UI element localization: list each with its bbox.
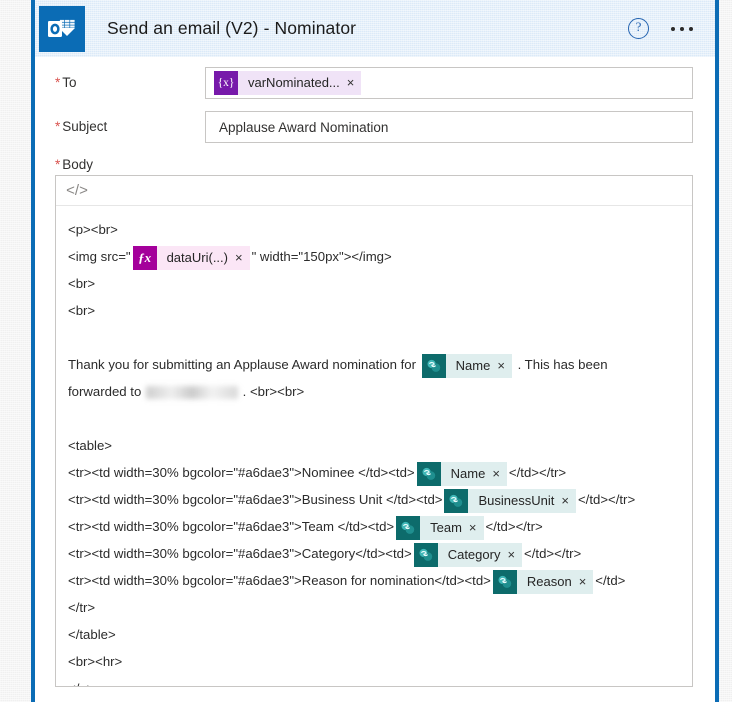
code-text: </td></tr> (577, 492, 636, 507)
token-remove-icon[interactable]: × (496, 354, 512, 378)
token-sharepoint-team[interactable]: Team × (396, 515, 484, 540)
token-label: BusinessUnit (478, 492, 555, 508)
token-sharepoint-name[interactable]: Name × (421, 353, 512, 378)
subject-input[interactable]: Applause Award Nomination (205, 111, 693, 143)
field-subject: * Subject Applause Award Nomination (55, 111, 693, 145)
token-sharepoint-businessunit[interactable]: BusinessUnit × (444, 488, 576, 513)
code-text: </td></tr> (508, 465, 567, 480)
code-text: Thank you for submitting an Applause Awa… (68, 357, 416, 372)
field-to-label: * To (55, 67, 205, 90)
code-line-spacer (68, 324, 680, 351)
code-line-row-reason: <tr><td width=30% bgcolor="#a6dae3">Reas… (68, 567, 680, 594)
field-body-label: * Body (55, 157, 693, 172)
sharepoint-icon (416, 461, 441, 486)
sharepoint-icon (492, 569, 517, 594)
redacted-recipient-name (145, 386, 238, 400)
code-line: </tr> (68, 600, 96, 615)
code-line-row-nominee: <tr><td width=30% bgcolor="#a6dae3">Nomi… (68, 459, 680, 486)
field-subject-label: * Subject (55, 111, 205, 134)
field-subject-label-text: Subject (62, 119, 108, 134)
token-label: varNominated... (248, 75, 340, 90)
code-line-spacer (68, 405, 680, 432)
field-to-label-text: To (62, 75, 77, 90)
token-remove-icon[interactable]: × (491, 462, 507, 486)
code-line: <p><br> (68, 222, 118, 237)
code-line: <br> (68, 303, 96, 318)
sharepoint-icon (413, 542, 438, 567)
variable-icon: {x} (214, 71, 238, 95)
code-line-row-team: <tr><td width=30% bgcolor="#a6dae3">Team… (68, 513, 680, 540)
code-line-forwarded: forwarded to . <br><br> (68, 378, 680, 405)
required-marker: * (55, 157, 61, 172)
code-text: <img src=" (68, 249, 131, 264)
code-line: </p> (68, 675, 680, 686)
token-label: Category (447, 546, 501, 562)
code-text: </td></tr> (485, 519, 543, 534)
token-remove-icon[interactable]: × (234, 246, 250, 270)
code-text: <tr><td width=30% bgcolor="#a6dae3">Team… (68, 519, 395, 534)
header-actions: ? (628, 18, 715, 39)
token-remove-icon[interactable]: × (560, 489, 576, 513)
flow-action-card: Send an email (V2) - Nominator ? * To {x}… (31, 0, 719, 702)
token-var-nominated[interactable]: {x} varNominated... × (214, 71, 362, 95)
token-sharepoint-category[interactable]: Category × (413, 542, 523, 567)
sharepoint-icon (421, 353, 446, 378)
token-sharepoint-reason[interactable]: Reason × (492, 569, 594, 594)
code-line-img: <img src=" ƒx dataUri(...) × " width="150px"… (68, 243, 680, 270)
code-line: <br> (68, 276, 96, 291)
editor-toolbar: </> (56, 176, 692, 206)
field-body-label-text: Body (62, 157, 94, 172)
action-card-body: * To {x} varNominated... × * Subject Appla… (35, 67, 715, 687)
sharepoint-icon (396, 515, 421, 540)
required-marker: * (55, 119, 61, 134)
token-expression-datauri[interactable]: ƒx dataUri(...) × (132, 245, 250, 270)
token-remove-icon[interactable]: × (346, 71, 362, 95)
code-text: </td></tr> (524, 546, 582, 561)
token-label: Team (430, 519, 462, 535)
code-text: . <br><br> (242, 384, 305, 399)
code-line-thanks: Thank you for submitting an Applause Awa… (68, 351, 680, 378)
code-text: <tr><td width=30% bgcolor="#a6dae3">Reas… (68, 573, 491, 588)
code-line: <br><hr> (68, 654, 123, 669)
token-remove-icon[interactable]: × (506, 543, 522, 567)
code-text: <tr><td width=30% bgcolor="#a6dae3">Nomi… (68, 465, 415, 480)
code-text: <tr><td width=30% bgcolor="#a6dae3">Busi… (68, 492, 443, 507)
token-sharepoint-name[interactable]: Name × (416, 461, 507, 486)
token-label: dataUri(...) (166, 249, 228, 265)
code-text: </td> (595, 573, 626, 588)
body-code-content[interactable]: <p><br> <img src=" ƒx dataUri(...) × " width… (56, 206, 692, 686)
code-line: <table> (68, 438, 112, 453)
code-text: . This has been (517, 357, 608, 372)
token-remove-icon[interactable]: × (468, 516, 484, 540)
sharepoint-icon (444, 488, 469, 513)
code-text: <tr><td width=30% bgcolor="#a6dae3">Cate… (68, 546, 412, 561)
to-input[interactable]: {x} varNominated... × (205, 67, 693, 99)
code-text: forwarded to (68, 384, 142, 399)
outlook-icon (39, 5, 85, 52)
token-label: Reason (526, 573, 572, 589)
code-line-row-category: <tr><td width=30% bgcolor="#a6dae3">Cate… (68, 540, 680, 567)
code-view-icon[interactable]: </> (60, 178, 94, 203)
token-remove-icon[interactable]: × (578, 570, 594, 594)
action-card-header[interactable]: Send an email (V2) - Nominator ? (35, 0, 715, 57)
body-html-editor[interactable]: </> <p><br> <img src=" ƒx dataUri(...) × " w… (55, 175, 693, 687)
code-line: </table> (68, 627, 116, 642)
token-label: Name (455, 357, 491, 373)
field-to: * To {x} varNominated... × (55, 67, 693, 101)
token-label: Name (450, 465, 486, 481)
page-title: Send an email (V2) - Nominator (107, 18, 357, 38)
more-options-icon[interactable] (671, 26, 693, 31)
expression-icon: ƒx (132, 245, 157, 270)
help-icon[interactable]: ? (628, 18, 649, 39)
code-text: " width="150px"></img> (251, 249, 392, 264)
code-line-row-business-unit: <tr><td width=30% bgcolor="#a6dae3">Busi… (68, 486, 680, 513)
required-marker: * (55, 75, 61, 90)
